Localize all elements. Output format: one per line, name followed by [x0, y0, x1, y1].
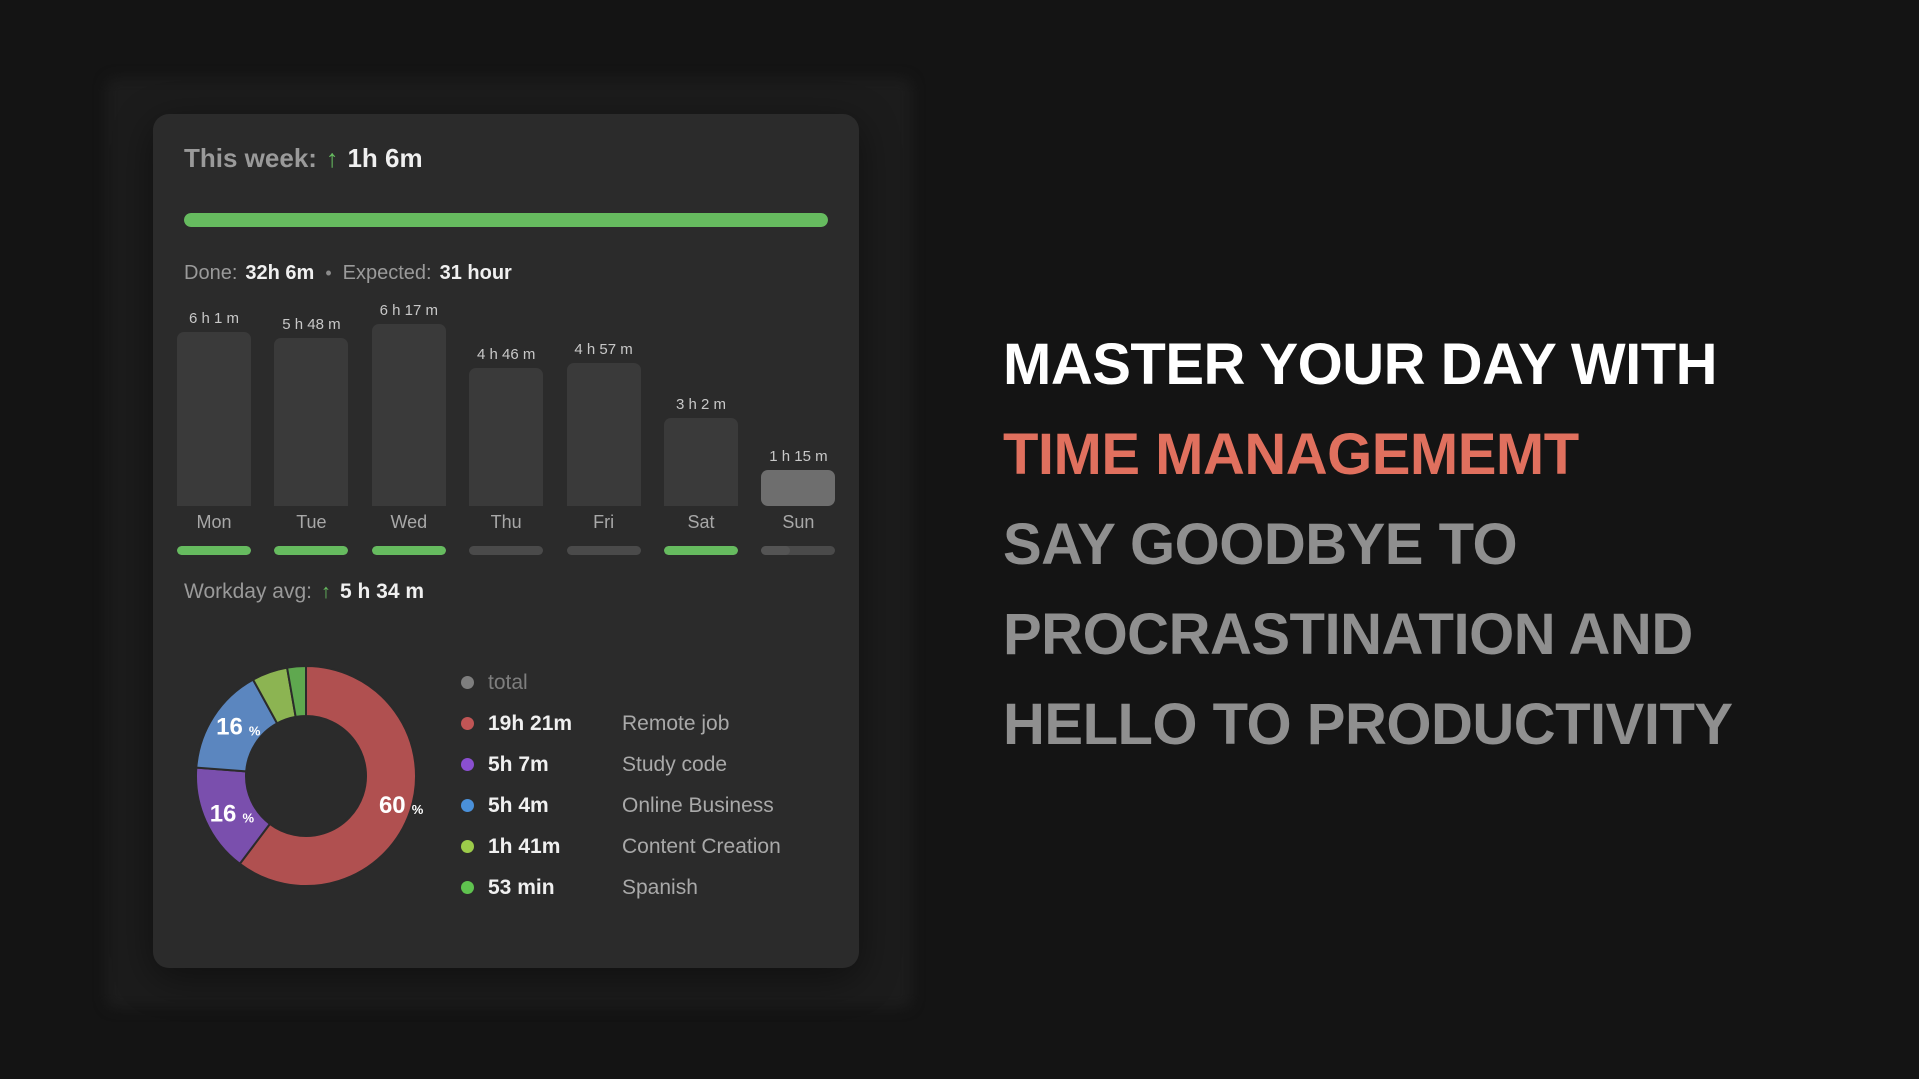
day-progress-fill	[177, 546, 251, 555]
legend-row[interactable]: 5h 7m Study code	[461, 744, 821, 785]
legend-activity-name: Spanish	[622, 875, 698, 899]
legend-dot-icon	[461, 840, 474, 853]
legend-row-total: total	[461, 662, 821, 703]
svg-text:60: 60	[379, 792, 406, 819]
day-progress-fill	[761, 546, 790, 555]
donut-percent-label: 60%	[379, 792, 424, 819]
expected-value: 31 hour	[439, 262, 512, 284]
bar-value-label: 6 h 17 m	[379, 302, 438, 319]
marketing-line-3: SAY GOODBYE TO	[1003, 512, 1518, 577]
day-label-tue: Tue	[296, 512, 327, 532]
bar-rect	[761, 470, 836, 506]
activity-donut-chart: 60% 16% 16%	[184, 654, 428, 898]
bar-column: 3 h 2 m	[664, 296, 738, 506]
done-label: Done:	[184, 262, 238, 284]
legend-activity-name: Content Creation	[622, 834, 781, 858]
bar-rect	[371, 324, 446, 506]
day-progress-fri	[566, 546, 641, 555]
bar-column: 4 h 57 m	[566, 296, 641, 506]
daily-bar-chart: 6 h 1 m 5 h 48 m 6 h 17 m 4 h 46 m 4 h 57 m 3…	[177, 296, 836, 506]
bar-rect	[664, 418, 738, 506]
bar-column: 6 h 1 m	[177, 296, 251, 506]
bar-value-label: 5 h 48 m	[282, 316, 341, 333]
bar-rect	[274, 338, 349, 506]
legend-activity-name: Online Business	[622, 793, 774, 817]
day-progress-fill	[371, 546, 446, 555]
bar-value-label: 6 h 1 m	[188, 310, 240, 327]
day-label-thu: Thu	[490, 512, 522, 532]
legend-dot-icon	[461, 799, 474, 812]
legend-dot-icon	[461, 717, 474, 730]
marketing-line-2: TIME MANAGEMEMT	[1003, 422, 1579, 487]
donut-svg: 60 % 16 % 16%	[195, 664, 424, 887]
legend-row[interactable]: 53 min Spanish	[461, 867, 821, 908]
bar-column: 1 h 15 m	[761, 296, 836, 506]
bar-rect	[469, 368, 544, 506]
activity-legend: total 19h 21m Remote job 5h 7m Study code 5h …	[461, 662, 821, 908]
legend-dot-icon	[461, 881, 474, 894]
legend-activity-name: Study code	[622, 752, 728, 776]
marketing-line-4: PROCRASTINATION AND	[1003, 602, 1693, 667]
day-progress-fill	[664, 546, 738, 555]
legend-time: 1h 41m	[488, 834, 561, 858]
bar-value-label: 4 h 57 m	[574, 341, 633, 358]
week-progress-bar	[184, 213, 828, 227]
legend-time: 5h 7m	[488, 752, 549, 776]
this-week-summary: This week: ↑ 1h 6m	[184, 143, 423, 174]
bar-value-label: 1 h 15 m	[769, 448, 828, 465]
svg-text:%: %	[242, 810, 254, 825]
legend-activity-name: Remote job	[622, 711, 730, 735]
bar-column: 5 h 48 m	[274, 296, 349, 506]
day-label-sun: Sun	[782, 512, 815, 532]
day-progress-row	[177, 546, 836, 556]
day-label-row: Mon Tue Wed Thu Fri Sat Sun	[177, 512, 835, 536]
day-label-wed: Wed	[390, 512, 428, 532]
legend-dot-icon	[461, 676, 474, 689]
day-label-mon: Mon	[196, 512, 232, 532]
this-week-value: 1h 6m	[347, 143, 423, 173]
day-progress-thu	[469, 546, 544, 555]
week-progress-fill	[184, 213, 828, 227]
day-label-fri: Fri	[593, 512, 615, 532]
bar-value-label: 3 h 2 m	[675, 396, 727, 413]
svg-text:16: 16	[216, 714, 243, 741]
bar-value-label: 4 h 46 m	[477, 346, 536, 363]
bar-rect	[177, 332, 251, 506]
legend-row[interactable]: 1h 41m Content Creation	[461, 826, 821, 867]
legend-time: 53 min	[488, 875, 555, 899]
expected-label: Expected:	[342, 262, 432, 284]
day-progress-wed	[371, 546, 446, 555]
svg-text:%: %	[249, 724, 261, 739]
day-label-sat: Sat	[687, 512, 715, 532]
legend-row[interactable]: 5h 4m Online Business	[461, 785, 821, 826]
day-progress-fill	[274, 546, 349, 555]
legend-dot-icon	[461, 758, 474, 771]
day-progress-sat	[664, 546, 738, 555]
day-progress-tue	[274, 546, 349, 555]
workday-avg-value: 5 h 34 m	[340, 580, 425, 603]
done-value: 32h 6m	[245, 262, 315, 284]
day-progress-sun	[761, 546, 836, 555]
arrow-up-icon: ↑	[321, 581, 331, 603]
legend-time: 5h 4m	[488, 793, 549, 817]
marketing-line-1: MASTER YOUR DAY WITH	[1003, 332, 1718, 397]
weekly-stats-card: This week: ↑ 1h 6m Done: 32h 6m • Expect…	[153, 114, 859, 968]
svg-text:16: 16	[210, 800, 237, 827]
workday-average-summary: Workday avg: ↑ 5 h 34 m	[184, 580, 424, 604]
legend-time: 19h 21m	[488, 711, 573, 735]
marketing-line-5: HELLO TO PRODUCTIVITY	[1003, 692, 1733, 757]
legend-total-label: total	[488, 670, 528, 694]
bar-rect	[566, 363, 641, 506]
this-week-label: This week:	[184, 143, 317, 173]
day-progress-mon	[177, 546, 251, 555]
arrow-up-icon: ↑	[325, 145, 339, 173]
separator-dot: •	[325, 263, 332, 283]
marketing-copy: MASTER YOUR DAY WITH TIME MANAGEMEMT SAY…	[1003, 320, 1793, 770]
svg-text:%: %	[412, 802, 424, 817]
legend-row[interactable]: 19h 21m Remote job	[461, 703, 821, 744]
workday-avg-label: Workday avg:	[184, 580, 312, 603]
bar-column: 6 h 17 m	[371, 296, 446, 506]
done-expected-row: Done: 32h 6m • Expected: 31 hour	[184, 262, 512, 285]
bar-column: 4 h 46 m	[469, 296, 544, 506]
